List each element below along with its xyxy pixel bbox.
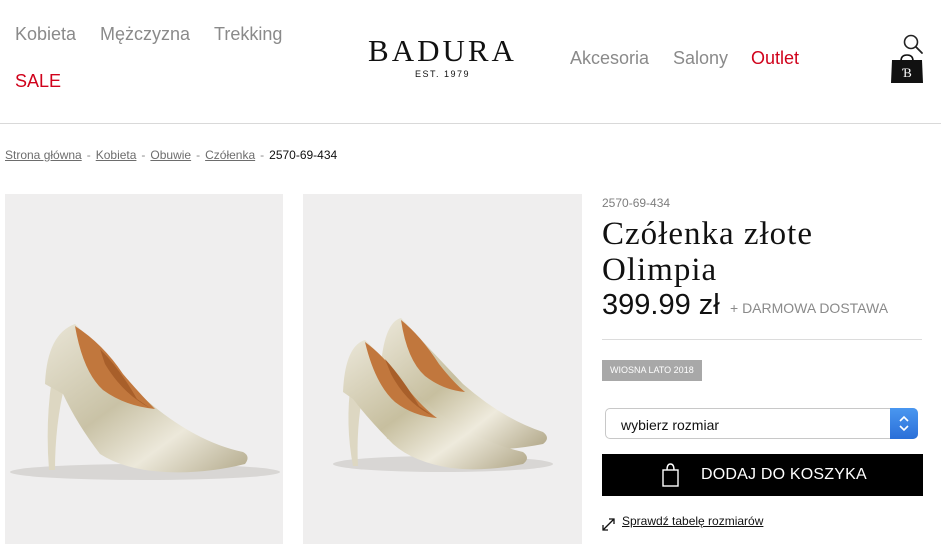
gold-pump-illustration: [10, 324, 280, 480]
nav-outlet[interactable]: Outlet: [751, 48, 799, 69]
search-icon[interactable]: [902, 33, 924, 55]
product-sku: 2570-69-434: [602, 196, 671, 210]
breadcrumb-separator: -: [141, 148, 146, 162]
breadcrumb-kobieta[interactable]: Kobieta: [96, 148, 137, 162]
product-title: Czółenka złote Olimpia: [602, 216, 922, 288]
nav-salony[interactable]: Salony: [673, 48, 728, 69]
breadcrumb-current: 2570-69-434: [269, 148, 338, 162]
product-price: 399.99 zł: [602, 289, 720, 321]
nav-sale[interactable]: SALE: [15, 71, 61, 92]
divider: [602, 339, 922, 340]
product-image-pair[interactable]: [303, 194, 582, 544]
nav-trekking[interactable]: Trekking: [214, 24, 282, 45]
breadcrumb: Strona główna - Kobieta - Obuwie - Czółenka -25…: [5, 148, 337, 162]
brand-logo[interactable]: BADURA EST. 1979: [355, 33, 530, 79]
site-header: Kobieta Mężczyzna Trekking SALE BADURA E…: [0, 0, 941, 124]
shopping-bag-icon[interactable]: Ɓ: [890, 53, 924, 85]
product-image-side[interactable]: [5, 194, 283, 544]
breadcrumb-separator: -: [196, 148, 201, 162]
svg-text:Ɓ: Ɓ: [902, 65, 912, 80]
nav-kobieta[interactable]: Kobieta: [15, 24, 76, 45]
free-delivery-note: + DARMOWA DOSTAWA: [730, 300, 889, 316]
breadcrumb-separator: -: [86, 148, 91, 162]
breadcrumb-separator: -: [260, 148, 265, 162]
logo-wordmark: BADURA: [368, 33, 517, 68]
product-title-line1: Czółenka złote: [602, 216, 814, 252]
gold-pumps-pair-illustration: [333, 318, 553, 472]
shopping-bag-icon: [662, 463, 679, 487]
size-select[interactable]: wybierz rozmiar: [605, 408, 918, 439]
breadcrumb-home[interactable]: Strona główna: [5, 148, 82, 162]
add-to-cart-label: DODAJ DO KOSZYKA: [701, 466, 867, 483]
resize-arrow-icon: [602, 518, 615, 531]
size-chart-label: Sprawdź tabelę rozmiarów: [622, 514, 764, 528]
breadcrumb-obuwie[interactable]: Obuwie: [150, 148, 191, 162]
nav-mezczyzna[interactable]: Mężczyzna: [100, 24, 190, 45]
product-title-line2: Olimpia: [602, 252, 718, 288]
nav-akcesoria[interactable]: Akcesoria: [570, 48, 649, 69]
add-to-cart-button[interactable]: DODAJ DO KOSZYKA: [602, 454, 923, 496]
size-select-value: wybierz rozmiar: [621, 417, 720, 433]
select-arrows-icon[interactable]: [890, 408, 918, 439]
season-badge: WIOSNA LATO 2018: [602, 360, 702, 381]
logo-tagline: EST. 1979: [414, 69, 471, 79]
breadcrumb-czolenka[interactable]: Czółenka: [205, 148, 255, 162]
